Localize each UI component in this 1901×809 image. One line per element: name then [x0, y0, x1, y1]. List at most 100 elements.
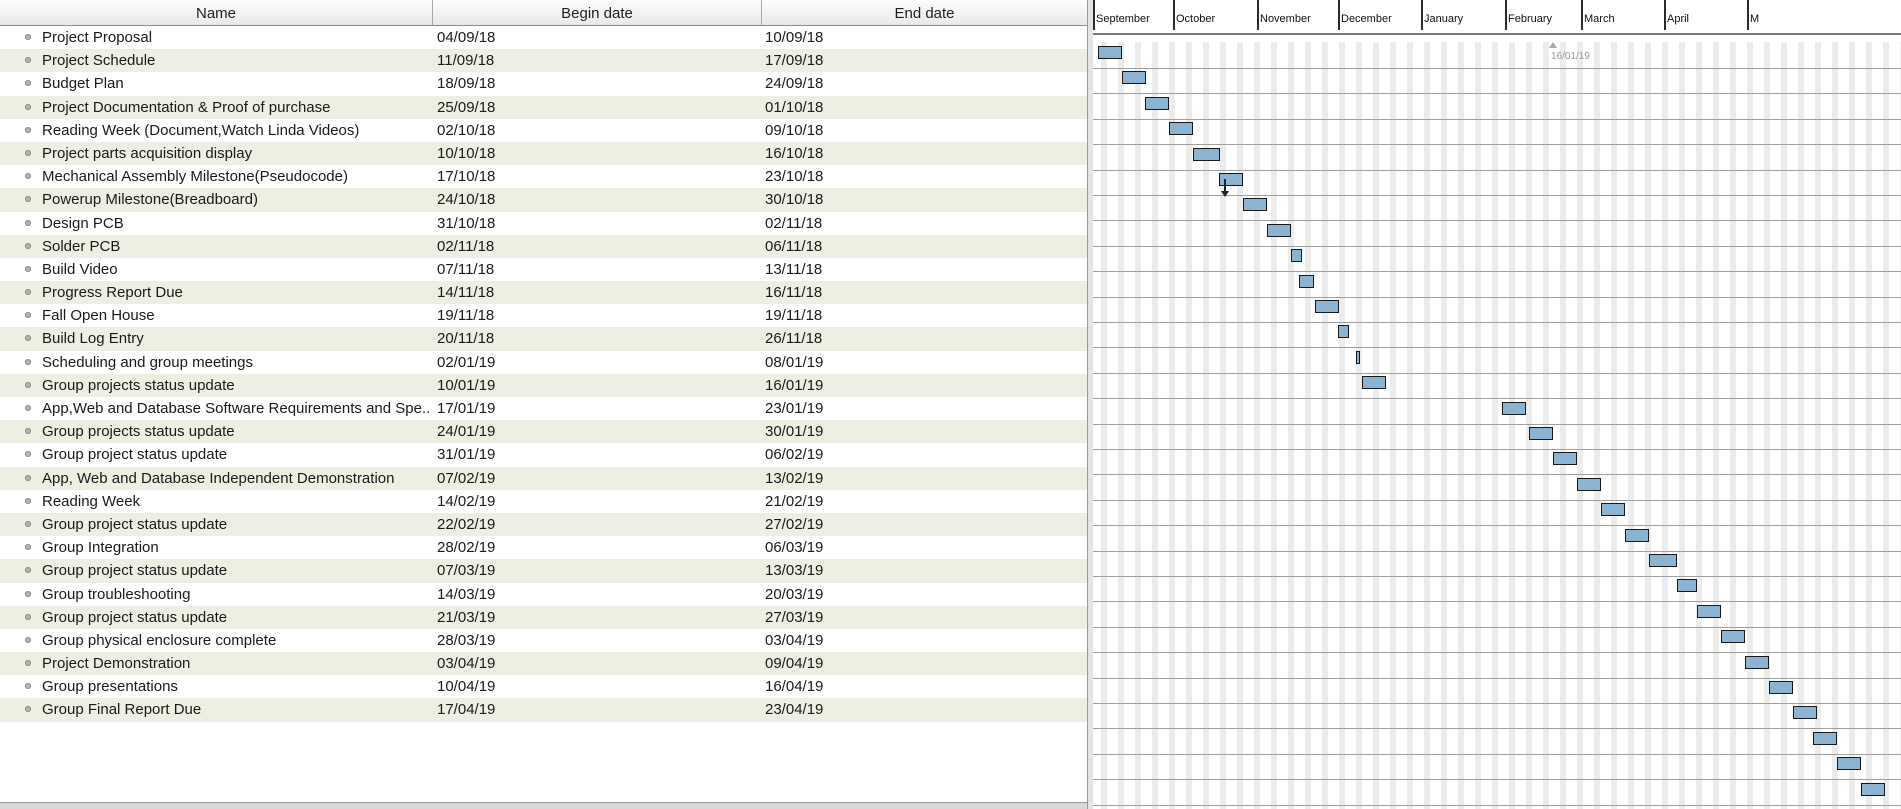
weekend-stripe: [1458, 42, 1464, 809]
weekend-stripe: [1798, 42, 1804, 809]
gantt-task-bar[interactable]: [1649, 554, 1677, 567]
task-begin-date: 17/01/19: [437, 400, 496, 417]
table-row[interactable]: Group physical enclosure complete 28/03/1…: [0, 629, 1087, 652]
month-label: M: [1750, 13, 1760, 25]
gantt-task-bar[interactable]: [1267, 223, 1291, 237]
gantt-task-bar[interactable]: [1837, 757, 1861, 771]
gantt-task-bar[interactable]: [1813, 731, 1837, 745]
task-end-date: 01/10/18: [765, 98, 824, 116]
table-row[interactable]: Project Documentation & Proof of purchas…: [0, 95, 1087, 119]
gantt-task-bar[interactable]: [1169, 122, 1193, 136]
task-end-date: 09/10/18: [765, 121, 824, 139]
task-end-date: 23/04/19: [765, 701, 824, 719]
month-label: December: [1341, 13, 1392, 25]
task-bullet-icon: [25, 34, 31, 40]
table-row[interactable]: Build Log Entry 20/11/18 26/11/18: [0, 327, 1087, 351]
task-name: Group Final Report Due: [42, 701, 202, 719]
table-row[interactable]: Project parts acquisition display 10/10/1…: [0, 141, 1087, 166]
gantt-task-bar[interactable]: [1721, 630, 1745, 644]
task-bullet-icon: [25, 683, 31, 690]
weekend-stripe: [1747, 42, 1753, 809]
task-bullet-icon: [25, 590, 31, 597]
today-marker-icon: [1549, 42, 1557, 48]
table-row[interactable]: Group troubleshooting 14/03/19 20/03/19: [0, 583, 1087, 606]
gantt-task-bar[interactable]: [1362, 376, 1386, 390]
table-row[interactable]: Group project status update 07/03/19 13/03…: [0, 559, 1087, 583]
table-row[interactable]: Group Final Report Due 17/04/19 23/04/19: [0, 698, 1087, 722]
task-begin-date: 17/04/19: [437, 701, 496, 719]
task-end-date: 23/10/18: [765, 168, 824, 186]
table-row[interactable]: Build Video 07/11/18 13/11/18: [0, 258, 1087, 281]
gantt-task-bar[interactable]: [1243, 198, 1267, 212]
column-header-name[interactable]: Name: [0, 0, 433, 25]
gantt-task-bar[interactable]: [1193, 147, 1220, 161]
task-name: Design PCB: [42, 214, 124, 232]
task-begin-date: 24/10/18: [437, 191, 496, 209]
gantt-task-bar[interactable]: [1122, 71, 1146, 85]
gantt-task-bar[interactable]: [1677, 579, 1697, 593]
table-row[interactable]: Powerup Milestone(Breadboard) 24/10/18 30/…: [0, 188, 1087, 212]
table-row[interactable]: Project Demonstration 03/04/19 09/04/19: [0, 652, 1087, 676]
table-row[interactable]: Budget Plan 18/09/18 24/09/18: [0, 72, 1087, 95]
table-row[interactable]: Reading Week (Document,Watch Linda Video…: [0, 119, 1087, 142]
task-end-date: 16/04/19: [765, 678, 824, 696]
horizontal-scrollbar[interactable]: [0, 802, 1087, 809]
task-bullet-icon: [25, 474, 31, 481]
table-row[interactable]: Progress Report Due 14/11/18 16/11/18: [0, 281, 1087, 305]
column-header-end-date[interactable]: End date: [762, 0, 1087, 25]
task-name: Mechanical Assembly Milestone(Pseudocode…: [42, 168, 348, 186]
gantt-task-bar[interactable]: [1861, 782, 1885, 796]
row-divider: [1093, 753, 1901, 755]
gantt-task-bar[interactable]: [1145, 96, 1169, 110]
task-begin-date: 14/02/19: [437, 492, 496, 510]
table-row[interactable]: Solder PCB 02/11/18 06/11/18: [0, 234, 1087, 258]
table-row[interactable]: Group project status update 22/02/19 27/02…: [0, 512, 1087, 537]
gantt-task-bar[interactable]: [1502, 401, 1526, 415]
gantt-task-bar[interactable]: [1098, 46, 1122, 59]
weekend-stripe: [1577, 42, 1583, 809]
column-header-begin-date[interactable]: Begin date: [433, 0, 762, 25]
table-row[interactable]: Mechanical Assembly Milestone(Pseudocode…: [0, 165, 1087, 188]
table-row[interactable]: App,Web and Database Software Requiremen…: [0, 397, 1087, 420]
task-name: App,Web and Database Software Requiremen…: [42, 400, 430, 417]
gantt-task-bar[interactable]: [1553, 452, 1577, 466]
table-row[interactable]: Group Integration 28/02/19 06/03/19: [0, 536, 1087, 559]
gantt-task-bar[interactable]: [1769, 681, 1793, 694]
task-end-date: 06/03/19: [765, 539, 824, 557]
task-end-date: 27/03/19: [765, 608, 824, 626]
table-row[interactable]: Project Schedule 11/09/18 17/09/18: [0, 49, 1087, 73]
table-row[interactable]: Group presentations 10/04/19 16/04/19: [0, 675, 1087, 698]
month-label: November: [1260, 13, 1311, 25]
gantt-task-bar[interactable]: [1793, 706, 1817, 720]
gantt-task-bar[interactable]: [1299, 274, 1314, 288]
gantt-task-bar[interactable]: [1529, 427, 1553, 440]
task-name: Powerup Milestone(Breadboard): [42, 191, 258, 209]
today-label: 16/01/19: [1551, 51, 1590, 62]
table-row[interactable]: Scheduling and group meetings 02/01/19 08/…: [0, 351, 1087, 374]
gantt-task-bar[interactable]: [1625, 528, 1649, 542]
table-row[interactable]: Group project status update 31/01/19 06/02…: [0, 443, 1087, 466]
gantt-task-bar[interactable]: [1697, 604, 1721, 618]
table-row[interactable]: Group projects status update 10/01/19 16/0…: [0, 373, 1087, 397]
gantt-task-bar[interactable]: [1577, 477, 1601, 491]
gantt-task-bar[interactable]: [1219, 173, 1243, 186]
table-row[interactable]: Design PCB 31/10/18 02/11/18: [0, 212, 1087, 235]
task-bullet-icon: [25, 381, 31, 388]
gantt-task-bar[interactable]: [1291, 249, 1302, 263]
weekend-stripe: [1407, 42, 1413, 809]
gantt-task-bar[interactable]: [1601, 503, 1625, 517]
table-row[interactable]: Group project status update 21/03/19 27/03…: [0, 605, 1087, 629]
gantt-task-bar[interactable]: [1315, 300, 1339, 313]
task-begin-date: 04/09/18: [437, 29, 496, 46]
weekend-stripe: [1628, 42, 1634, 809]
task-begin-date: 19/11/18: [437, 307, 495, 325]
gantt-task-bar[interactable]: [1745, 655, 1769, 669]
row-divider: [1093, 93, 1901, 95]
table-row[interactable]: Project Proposal 04/09/18 10/09/18: [0, 26, 1087, 49]
table-row[interactable]: App, Web and Database Independent Demons…: [0, 466, 1087, 490]
gantt-task-bar[interactable]: [1338, 325, 1349, 339]
table-row[interactable]: Group projects status update 24/01/19 30/0…: [0, 420, 1087, 444]
table-row[interactable]: Fall Open House 19/11/18 19/11/18: [0, 304, 1087, 327]
table-row[interactable]: Reading Week 14/02/19 21/02/19: [0, 490, 1087, 513]
gantt-task-bar[interactable]: [1356, 350, 1360, 364]
